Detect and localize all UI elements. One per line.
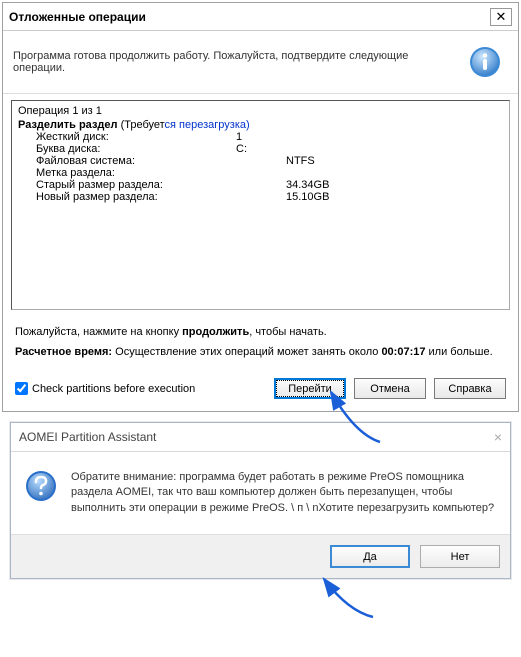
confirm-footer: Да Нет [11,534,510,578]
row-fs: Файловая система:NTFS [18,155,503,167]
close-button[interactable]: ✕ [490,8,512,26]
info-header: Программа готова продолжить работу. Пожа… [3,31,518,94]
titlebar: Отложенные операции ✕ [3,3,518,31]
operation-name: Разделить раздел [18,119,118,131]
dialog-title: Отложенные операции [9,10,146,24]
row-label: Метка раздела: [18,167,503,179]
operations-list: Операция 1 из 1 Разделить раздел (Требуе… [11,100,510,310]
row-newsize: Новый размер раздела:15.10GB [18,191,503,203]
intro-text: Программа готова продолжить работу. Пожа… [13,50,462,74]
confirm-title: AOMEI Partition Assistant [19,430,156,444]
confirm-close-button[interactable]: × [494,429,502,445]
eta-line: Расчетное время: Осуществление этих опер… [15,346,506,358]
info-icon [462,39,508,85]
confirm-titlebar: AOMEI Partition Assistant × [11,423,510,452]
row-oldsize: Старый размер раздела:34.34GB [18,179,503,191]
check-partitions-checkbox[interactable]: Check partitions before execution [15,382,195,395]
pending-operations-dialog: Отложенные операции ✕ Программа готова п… [2,2,519,412]
operation-title: Разделить раздел (Требуется перезагрузка… [18,119,503,131]
row-drive: Буква диска:C: [18,143,503,155]
proceed-button[interactable]: Перейти [274,378,346,399]
confirm-body: Обратите внимание: программа будет работ… [11,452,510,534]
operations-area: Операция 1 из 1 Разделить раздел (Требуе… [3,94,518,316]
question-icon [25,470,57,502]
message-area: Пожалуйста, нажмите на кнопку продолжить… [3,316,518,372]
yes-button[interactable]: Да [330,545,410,568]
continue-prompt: Пожалуйста, нажмите на кнопку продолжить… [15,326,506,338]
bottom-bar: Check partitions before execution Перейт… [3,372,518,411]
cancel-button[interactable]: Отмена [354,378,426,399]
button-row: Перейти Отмена Справка [274,378,506,399]
help-button[interactable]: Справка [434,378,506,399]
confirm-restart-dialog: AOMEI Partition Assistant × Обратите вни… [10,422,511,579]
confirm-message: Обратите внимание: программа будет работ… [71,470,496,516]
row-hdd: Жесткий диск:1 [18,131,503,143]
operation-counter: Операция 1 из 1 [18,105,503,117]
annotation-arrow-icon [318,573,388,623]
no-button[interactable]: Нет [420,545,500,568]
check-partitions-input[interactable] [15,382,28,395]
